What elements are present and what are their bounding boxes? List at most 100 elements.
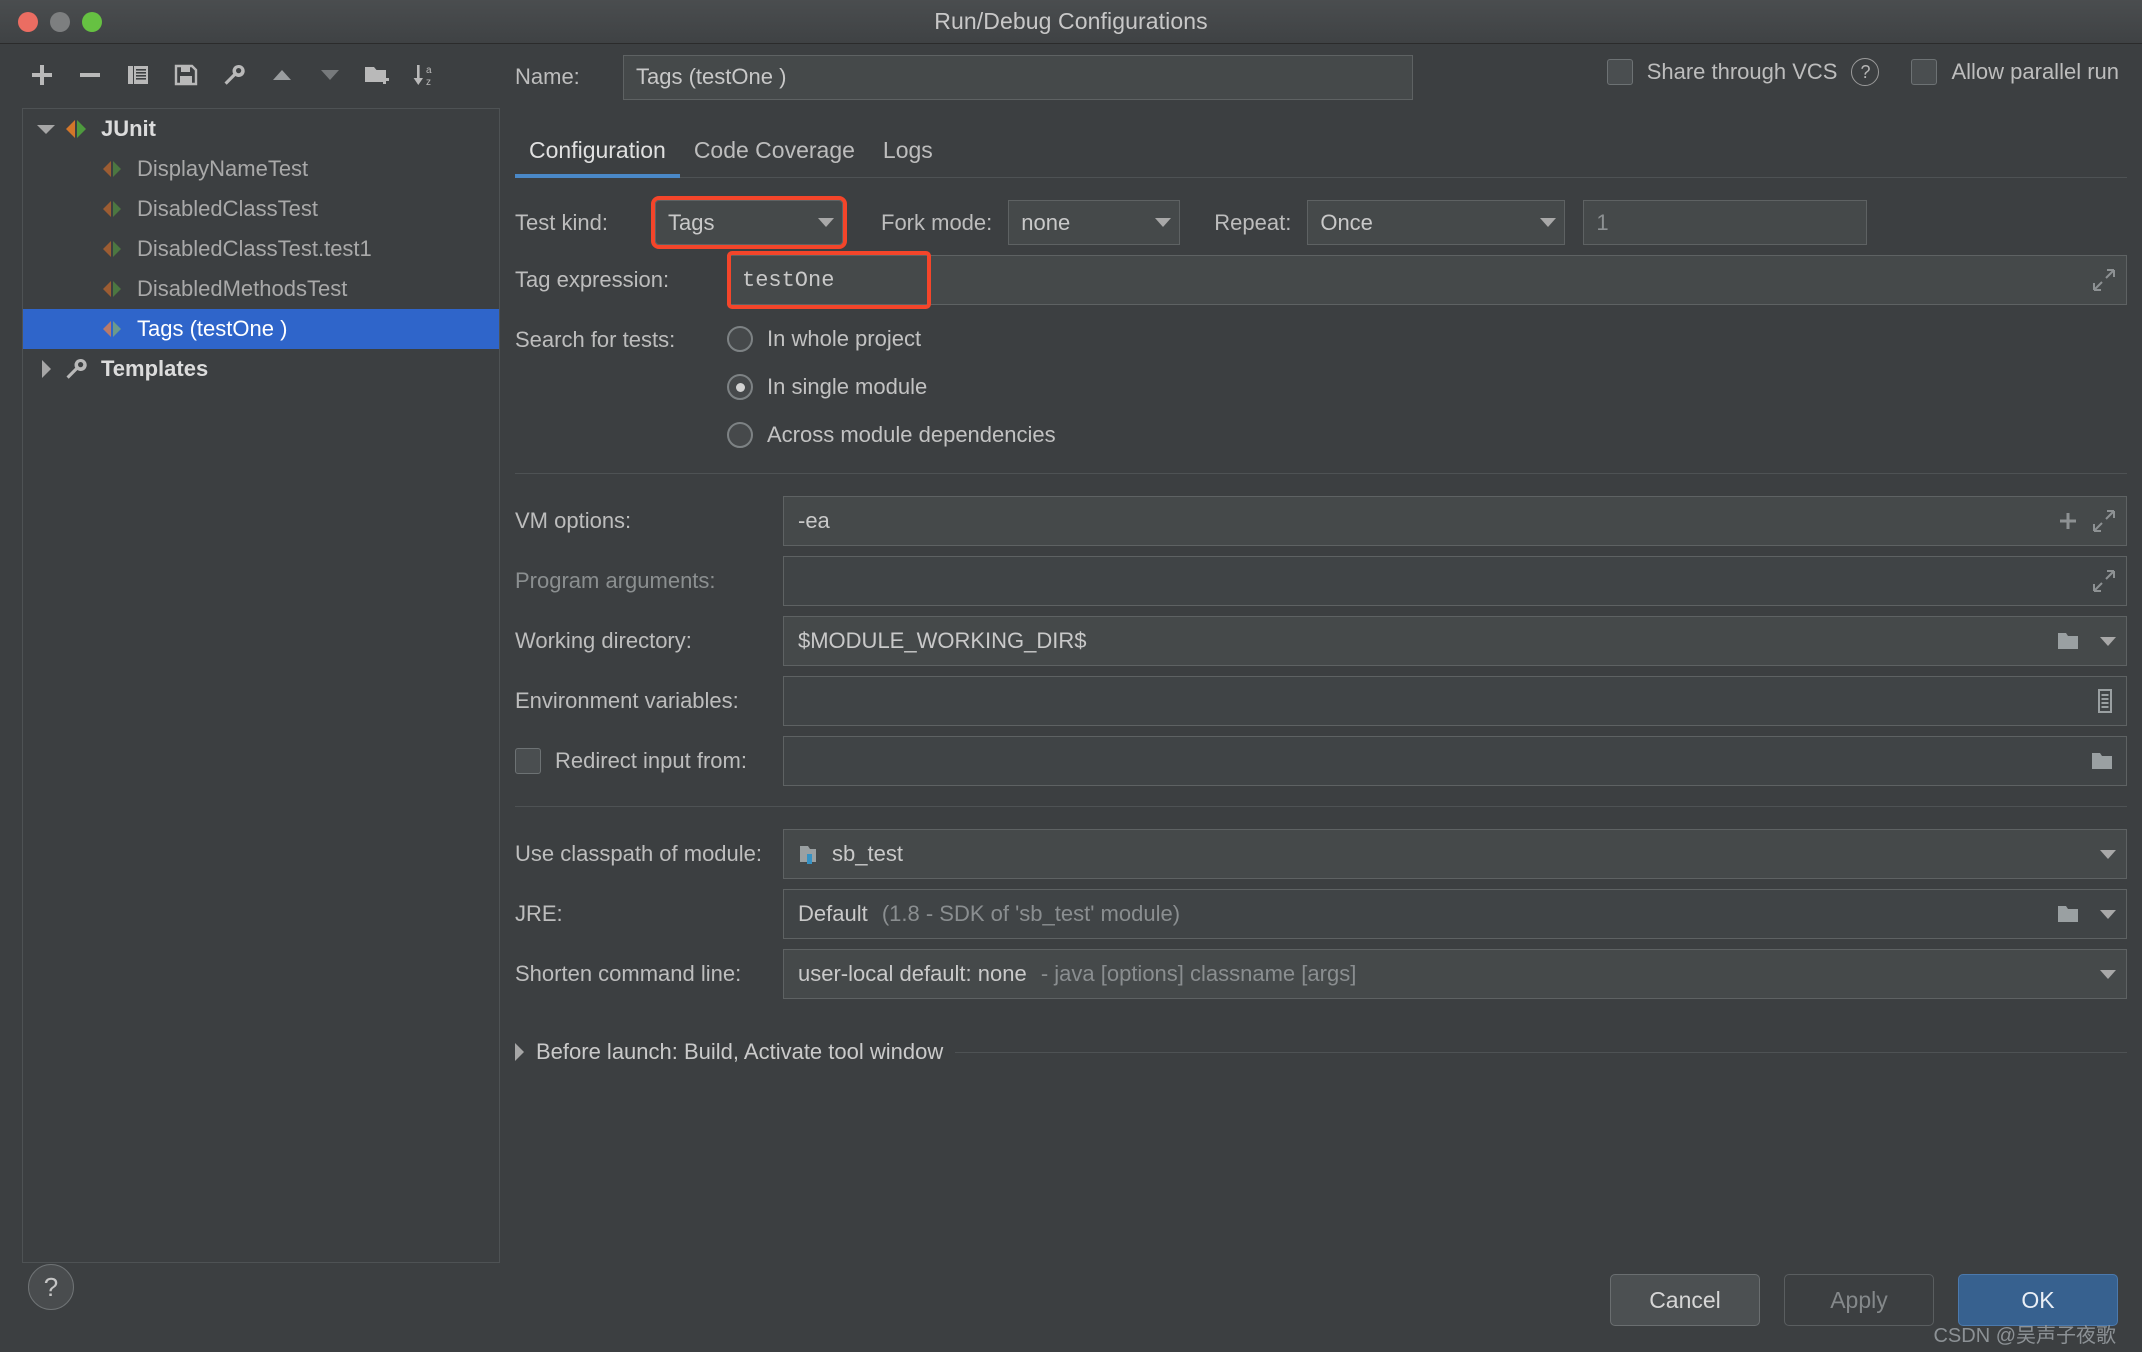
share-through-vcs-checkbox[interactable] [1606,59,1633,85]
redirect-input-field[interactable] [783,736,2127,786]
expand-arrow-icon[interactable] [515,1043,524,1061]
tree-item-disabledclasstest[interactable]: DisabledClassTest [23,189,499,229]
edit-templates-button[interactable] [210,55,258,95]
ok-button[interactable]: OK [1958,1274,2118,1326]
name-input[interactable]: Tags (testOne ) [623,54,1413,100]
tab-bar: Configuration Code Coverage Logs [515,116,2127,178]
radio-button[interactable] [727,326,753,352]
help-button[interactable]: ? [28,1264,74,1310]
header-options: Share through VCS ? Allow parallel run [1606,58,2119,86]
chevron-down-icon [1540,218,1557,227]
module-icon [800,846,816,864]
expand-icon[interactable] [2092,509,2116,533]
repeat-value: Once [1320,209,1373,235]
close-window-button[interactable] [18,12,38,32]
minimize-window-button[interactable] [50,12,70,32]
search-for-tests-radiogroup: In whole project In single module Across… [727,315,1056,459]
cancel-button[interactable]: Cancel [1610,1274,1760,1326]
tag-expression-input[interactable]: testOne [727,255,2127,305]
junit-icon [59,116,93,142]
environment-variables-input[interactable] [783,676,2127,726]
chevron-down-icon[interactable] [2100,849,2116,859]
tree-item-junit[interactable]: JUnit [23,109,499,149]
tree-item-templates[interactable]: Templates [23,349,499,389]
expand-arrow-icon[interactable] [33,109,59,149]
collapse-arrow-icon[interactable] [33,349,59,389]
save-configuration-button[interactable] [162,55,210,95]
expand-icon[interactable] [2092,268,2116,292]
working-directory-value: $MODULE_WORKING_DIR$ [798,628,1087,653]
sort-alphabetically-button[interactable]: a z [402,55,450,95]
radio-in-single-module[interactable]: In single module [727,363,1056,411]
use-classpath-dropdown[interactable]: sb_test [783,829,2127,879]
chevron-down-icon[interactable] [2100,969,2116,979]
add-icon[interactable] [2056,509,2080,533]
allow-parallel-run-label: Allow parallel run [1951,59,2119,84]
working-directory-row: Working directory: $MODULE_WORKING_DIR$ [515,616,2127,666]
svg-text:a: a [426,65,432,76]
tree-item-disabledmethodstest[interactable]: DisabledMethodsTest [23,269,499,309]
jre-value: Default [798,901,868,926]
tab-code-coverage[interactable]: Code Coverage [680,137,869,178]
repeat-count-input[interactable]: 1 [1583,200,1868,245]
move-up-button[interactable] [258,55,306,95]
edit-variables-icon[interactable] [2094,688,2116,714]
fork-mode-dropdown[interactable]: none [1008,200,1181,245]
copy-icon [128,66,148,84]
triangle-up-icon [273,70,291,80]
zoom-window-button[interactable] [82,12,102,32]
radio-button[interactable] [727,374,753,400]
triangle-down-icon [321,70,339,80]
jre-dropdown[interactable]: Default (1.8 - SDK of 'sb_test' module) [783,889,2127,939]
move-into-folder-button[interactable] [354,55,402,95]
radio-label: In single module [767,374,928,399]
search-for-tests-label: Search for tests: [515,327,676,352]
tree-item-label: DisabledClassTest [137,196,318,221]
add-configuration-button[interactable] [18,55,66,95]
fork-mode-label: Fork mode: [881,209,993,235]
radio-across-module-dependencies[interactable]: Across module dependencies [727,411,1056,459]
environment-variables-row: Environment variables: [515,676,2127,726]
shorten-command-line-dropdown[interactable]: user-local default: none - java [options… [783,949,2127,999]
tree-item-tags-testone[interactable]: Tags (testOne ) [23,309,499,349]
window-controls [18,12,102,32]
shorten-command-line-row: Shorten command line: user-local default… [515,949,2127,999]
expand-icon[interactable] [2092,569,2116,593]
test-kind-dropdown[interactable]: Tags [651,196,847,249]
tree-item-label: Tags (testOne ) [137,316,288,341]
chevron-down-icon[interactable] [2100,636,2116,646]
vm-options-input[interactable]: -ea [783,496,2127,546]
folder-browse-icon[interactable] [2090,749,2116,773]
program-arguments-input[interactable] [783,556,2127,606]
before-launch-divider [955,1051,2127,1053]
program-arguments-row: Program arguments: [515,556,2127,606]
junit-icon [95,276,129,302]
before-launch-section[interactable]: Before launch: Build, Activate tool wind… [515,1039,2127,1065]
allow-parallel-run-checkbox[interactable] [1911,59,1938,85]
radio-in-whole-project[interactable]: In whole project [727,315,1056,363]
tab-configuration[interactable]: Configuration [515,137,680,178]
working-directory-input[interactable]: $MODULE_WORKING_DIR$ [783,616,2127,666]
junit-icon [95,236,129,262]
svg-text:z: z [426,77,431,88]
radio-button[interactable] [727,422,753,448]
jre-row: JRE: Default (1.8 - SDK of 'sb_test' mod… [515,889,2127,939]
tree-item-displaynametest[interactable]: DisplayNameTest [23,149,499,189]
folder-browse-icon[interactable] [2056,629,2082,653]
remove-configuration-button[interactable] [66,55,114,95]
chevron-down-icon[interactable] [2100,909,2116,919]
question-mark-icon[interactable]: ? [1851,58,1880,86]
sort-az-icon: a z [413,65,432,88]
tree-item-label: Templates [101,356,209,381]
copy-configuration-button[interactable] [114,55,162,95]
apply-button[interactable]: Apply [1784,1274,1934,1326]
tab-logs[interactable]: Logs [869,137,947,178]
repeat-label: Repeat: [1214,209,1292,235]
tree-item-disabledclasstest-test1[interactable]: DisabledClassTest.test1 [23,229,499,269]
repeat-dropdown[interactable]: Once [1307,200,1566,245]
move-down-button[interactable] [306,55,354,95]
folder-browse-icon[interactable] [2056,902,2082,926]
tag-expression-row: Tag expression: testOne [515,251,2127,309]
jre-label: JRE: [515,901,563,926]
redirect-input-checkbox[interactable] [515,748,541,774]
